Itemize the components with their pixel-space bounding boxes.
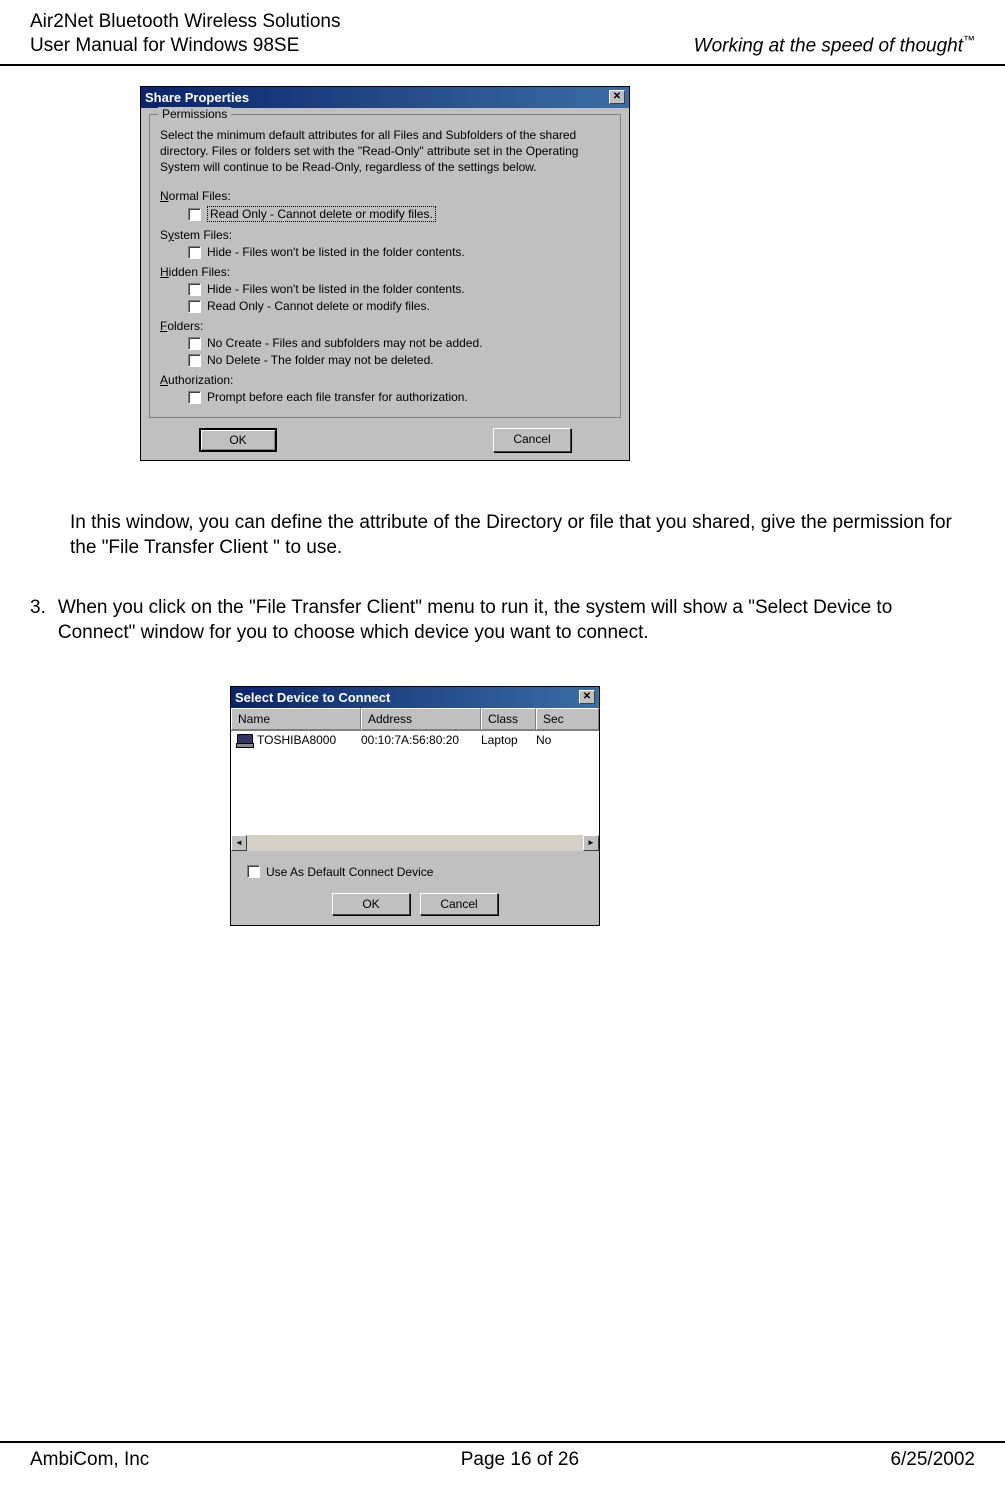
- footer-center: Page 16 of 26: [461, 1449, 579, 1471]
- dialog-body: Permissions Select the minimum default a…: [141, 108, 629, 461]
- ok-button[interactable]: OK: [332, 893, 410, 915]
- cancel-button[interactable]: Cancel: [493, 428, 571, 452]
- scroll-left-icon[interactable]: ◄: [231, 835, 247, 851]
- hidden-readonly-row: Read Only - Cannot delete or modify file…: [188, 299, 610, 313]
- groupbox-label: Permissions: [158, 107, 231, 121]
- dialog-buttons: OK Cancel: [149, 428, 621, 452]
- header-right: Working at the speed of thought™: [694, 33, 975, 57]
- system-hide-checkbox[interactable]: [188, 246, 201, 259]
- dialog2-buttons: OK Cancel: [241, 893, 589, 915]
- close-icon[interactable]: ✕: [579, 690, 595, 704]
- footer-right: 6/25/2002: [890, 1449, 975, 1471]
- dialog2-lower: Use As Default Connect Device OK Cancel: [231, 851, 599, 925]
- folders-nodelete-row: No Delete - The folder may not be delete…: [188, 353, 610, 367]
- footer-left: AmbiCom, Inc: [30, 1449, 149, 1471]
- page-footer: AmbiCom, Inc Page 16 of 26 6/25/2002: [0, 1441, 1005, 1471]
- hidden-readonly-checkbox[interactable]: [188, 300, 201, 313]
- folders-label: Folders:: [160, 319, 610, 333]
- trademark-symbol: ™: [963, 33, 975, 47]
- device-sec: No: [536, 733, 599, 747]
- dialog2-titlebar: Select Device to Connect ✕: [231, 687, 599, 708]
- laptop-icon: [237, 734, 253, 746]
- normal-readonly-label: Read Only - Cannot delete or modify file…: [207, 206, 436, 222]
- device-address: 00:10:7A:56:80:20: [361, 733, 481, 747]
- hidden-readonly-label: Read Only - Cannot delete or modify file…: [207, 299, 430, 313]
- device-list: Name Address Class Sec TOSHIBA8000 00:10…: [231, 708, 599, 851]
- list-number: 3.: [30, 596, 46, 645]
- paragraph-2: When you click on the "File Transfer Cli…: [58, 596, 975, 645]
- page-header: Air2Net Bluetooth Wireless Solutions Use…: [0, 0, 1005, 66]
- list-body: TOSHIBA8000 00:10:7A:56:80:20 Laptop No …: [231, 731, 599, 851]
- default-device-checkbox[interactable]: [247, 865, 260, 878]
- folders-nocreate-checkbox[interactable]: [188, 337, 201, 350]
- horizontal-scrollbar[interactable]: ◄ ►: [231, 835, 599, 851]
- hidden-hide-row: Hide - Files won't be listed in the fold…: [188, 282, 610, 296]
- auth-prompt-checkbox[interactable]: [188, 391, 201, 404]
- device-class: Laptop: [481, 733, 536, 747]
- header-title-1: Air2Net Bluetooth Wireless Solutions: [30, 10, 340, 34]
- hidden-files-label: Hidden Files:: [160, 265, 610, 279]
- page-content: Share Properties ✕ Permissions Select th…: [0, 66, 1005, 926]
- header-left: Air2Net Bluetooth Wireless Solutions Use…: [30, 10, 340, 58]
- folders-nocreate-row: No Create - Files and subfolders may not…: [188, 336, 610, 350]
- device-row[interactable]: TOSHIBA8000 00:10:7A:56:80:20 Laptop No: [231, 731, 599, 749]
- cancel-button[interactable]: Cancel: [420, 893, 498, 915]
- paragraph-1: In this window, you can define the attri…: [70, 511, 975, 560]
- normal-files-label: NNormal Files:ormal Files:: [160, 189, 610, 203]
- folders-nocreate-label: No Create - Files and subfolders may not…: [207, 336, 482, 350]
- select-device-dialog: Select Device to Connect ✕ Name Address …: [230, 686, 600, 926]
- system-hide-row: Hide - Files won't be listed in the fold…: [188, 245, 610, 259]
- permissions-description: Select the minimum default attributes fo…: [160, 127, 610, 176]
- paragraph-2-row: 3. When you click on the "File Transfer …: [30, 596, 975, 645]
- header-title-2: User Manual for Windows 98SE: [30, 34, 340, 58]
- dialog-title: Share Properties: [145, 90, 249, 105]
- default-device-row: Use As Default Connect Device: [247, 865, 589, 879]
- header-slogan: Working at the speed of thought: [694, 36, 963, 57]
- dialog-titlebar: Share Properties ✕: [141, 87, 629, 108]
- auth-prompt-label: Prompt before each file transfer for aut…: [207, 390, 468, 404]
- col-address[interactable]: Address: [361, 708, 481, 730]
- folders-nodelete-checkbox[interactable]: [188, 354, 201, 367]
- permissions-groupbox: Permissions Select the minimum default a…: [149, 114, 621, 419]
- col-name[interactable]: Name: [231, 708, 361, 730]
- col-sec[interactable]: Sec: [536, 708, 599, 730]
- default-device-label: Use As Default Connect Device: [266, 865, 433, 879]
- system-files-label: System Files:: [160, 228, 610, 242]
- dialog2-title: Select Device to Connect: [235, 690, 390, 705]
- device-name: TOSHIBA8000: [257, 733, 336, 747]
- hidden-hide-checkbox[interactable]: [188, 283, 201, 296]
- normal-readonly-row: Read Only - Cannot delete or modify file…: [188, 206, 610, 222]
- normal-readonly-checkbox[interactable]: [188, 208, 201, 221]
- authorization-label: Authorization:: [160, 373, 610, 387]
- list-header: Name Address Class Sec: [231, 708, 599, 731]
- auth-prompt-row: Prompt before each file transfer for aut…: [188, 390, 610, 404]
- close-icon[interactable]: ✕: [609, 90, 625, 104]
- scroll-right-icon[interactable]: ►: [583, 835, 599, 851]
- ok-button[interactable]: OK: [199, 428, 277, 452]
- folders-nodelete-label: No Delete - The folder may not be delete…: [207, 353, 434, 367]
- system-hide-label: Hide - Files won't be listed in the fold…: [207, 245, 465, 259]
- share-properties-dialog: Share Properties ✕ Permissions Select th…: [140, 86, 630, 462]
- hidden-hide-label: Hide - Files won't be listed in the fold…: [207, 282, 465, 296]
- col-class[interactable]: Class: [481, 708, 536, 730]
